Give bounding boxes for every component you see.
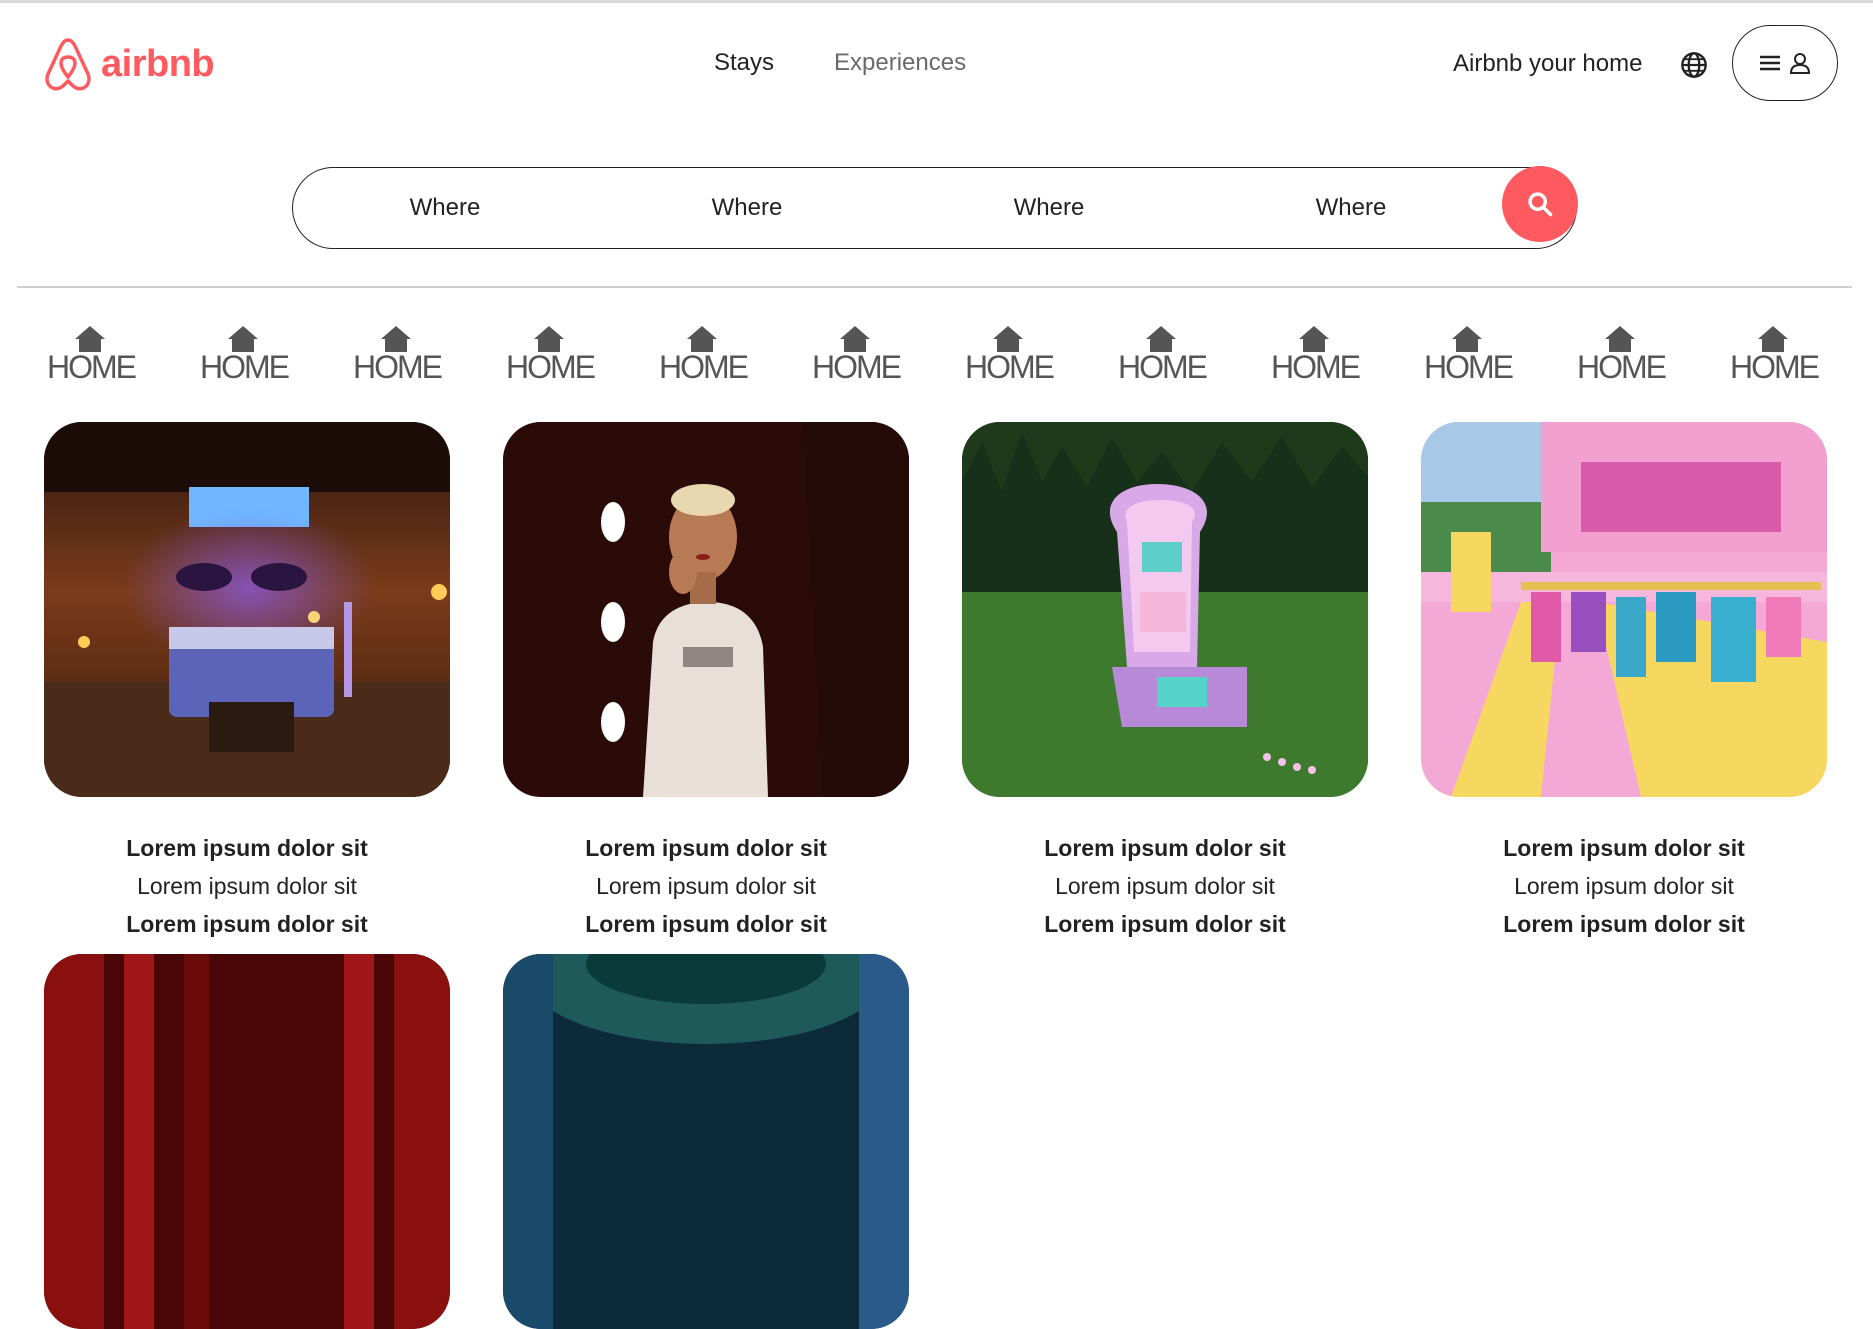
listing-card[interactable]: Lorem ipsum dolor sit Lorem ipsum dolor …	[44, 422, 450, 943]
listing-subtitle: Lorem ipsum dolor sit	[596, 873, 816, 899]
category-home[interactable]: HOME	[353, 325, 443, 385]
category-home[interactable]: HOME	[1577, 325, 1667, 385]
category-label: HOME	[1271, 349, 1361, 385]
nav-experiences[interactable]: Experiences	[834, 49, 966, 77]
header-right: Airbnb your home	[1453, 25, 1873, 103]
listing-title: Lorem ipsum dolor sit	[1503, 835, 1745, 861]
listing-card[interactable]: Lorem ipsum dolor sit Lorem ipsum dolor …	[962, 422, 1368, 943]
category-label: HOME	[659, 349, 749, 385]
listing-title: Lorem ipsum dolor sit	[126, 835, 368, 861]
listing-price: Lorem ipsum dolor sit	[585, 911, 827, 937]
search-field-where-2[interactable]: Where	[647, 168, 847, 248]
category-home[interactable]: HOME	[200, 325, 290, 385]
listing-image[interactable]	[962, 422, 1368, 797]
listing-image[interactable]	[44, 954, 450, 1329]
user-icon	[1789, 53, 1811, 74]
listing-card[interactable]: Lorem ipsum dolor sit Lorem ipsum dolor …	[1421, 422, 1827, 943]
category-label: HOME	[1577, 349, 1667, 385]
toy-house-photo	[962, 422, 1368, 797]
category-label: HOME	[353, 349, 443, 385]
bedroom-photo	[44, 422, 450, 797]
main-nav: Stays Experiences	[714, 49, 966, 77]
nav-stays[interactable]: Stays	[714, 49, 774, 77]
brand-name: airbnb	[101, 42, 215, 85]
category-home[interactable]: HOME	[1730, 325, 1820, 385]
category-label: HOME	[1730, 349, 1820, 385]
search-icon	[1528, 192, 1553, 217]
category-home[interactable]: HOME	[47, 325, 137, 385]
closet-photo	[1421, 422, 1827, 797]
airbnb-logo[interactable]: airbnb	[43, 36, 215, 92]
listing-price: Lorem ipsum dolor sit	[126, 911, 368, 937]
globe-icon[interactable]	[1680, 51, 1708, 79]
category-label: HOME	[200, 349, 290, 385]
listing-title: Lorem ipsum dolor sit	[585, 835, 827, 861]
category-label: HOME	[812, 349, 902, 385]
category-home[interactable]: HOME	[1118, 325, 1208, 385]
category-label: HOME	[965, 349, 1055, 385]
category-label: HOME	[1118, 349, 1208, 385]
hamburger-icon	[1760, 55, 1780, 71]
listing-card[interactable]	[44, 954, 450, 1329]
category-home[interactable]: HOME	[965, 325, 1055, 385]
listing-card[interactable]: Lorem ipsum dolor sit Lorem ipsum dolor …	[503, 422, 909, 943]
listing-image[interactable]	[1421, 422, 1827, 797]
portrait-photo	[503, 422, 909, 797]
category-home[interactable]: HOME	[506, 325, 596, 385]
listing-subtitle: Lorem ipsum dolor sit	[1514, 873, 1734, 899]
search-field-where-3[interactable]: Where	[949, 168, 1149, 248]
host-link[interactable]: Airbnb your home	[1453, 50, 1642, 78]
listing-subtitle: Lorem ipsum dolor sit	[137, 873, 357, 899]
listing-image[interactable]	[44, 422, 450, 797]
category-label: HOME	[1424, 349, 1514, 385]
user-menu-button[interactable]	[1732, 25, 1838, 101]
dome-photo	[503, 954, 909, 1329]
category-home[interactable]: HOME	[1271, 325, 1361, 385]
category-home[interactable]: HOME	[812, 325, 902, 385]
listing-price: Lorem ipsum dolor sit	[1044, 911, 1286, 937]
listing-subtitle: Lorem ipsum dolor sit	[1055, 873, 1275, 899]
theater-curtain-photo	[44, 954, 450, 1329]
category-bar: HOME HOME HOME HOME HOME HOME HOME HOME …	[47, 325, 1820, 385]
listing-title: Lorem ipsum dolor sit	[1044, 835, 1286, 861]
airbnb-logo-icon	[45, 38, 91, 91]
category-label: HOME	[47, 349, 137, 385]
search-bar: Where Where Where Where	[292, 166, 1578, 249]
listing-image[interactable]	[503, 954, 909, 1329]
listing-image[interactable]	[503, 422, 909, 797]
listing-price: Lorem ipsum dolor sit	[1503, 911, 1745, 937]
search-field-where-1[interactable]: Where	[345, 168, 545, 248]
header-divider	[17, 286, 1852, 288]
listing-card[interactable]	[503, 954, 909, 1329]
search-button[interactable]	[1502, 166, 1578, 242]
header: airbnb Stays Experiences Airbnb your hom…	[0, 3, 1873, 121]
search-field-where-4[interactable]: Where	[1251, 168, 1451, 248]
category-home[interactable]: HOME	[659, 325, 749, 385]
category-label: HOME	[506, 349, 596, 385]
category-home[interactable]: HOME	[1424, 325, 1514, 385]
